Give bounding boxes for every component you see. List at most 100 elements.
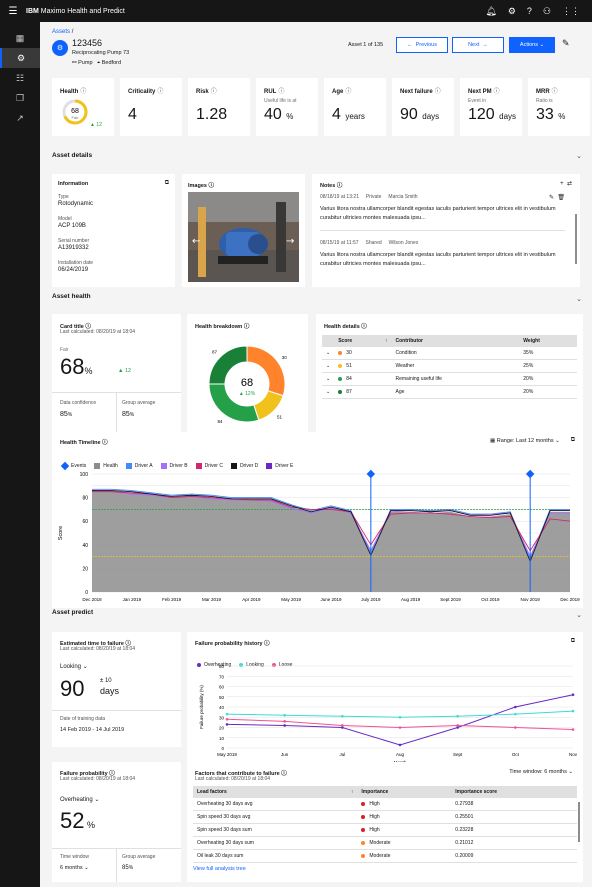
kpi-risk[interactable]: Risk ⓘ 1.28	[188, 78, 250, 136]
ettf-card: Estimated time to failure ⓘ Last calcula…	[52, 632, 181, 747]
help-icon[interactable]: ?	[527, 6, 532, 17]
kpi-next-pm[interactable]: Next PM ⓘ Event in 120 days	[460, 78, 522, 136]
health-details-row[interactable]: ⌄ 87 Age 20%	[322, 385, 577, 399]
settings-icon[interactable]: ☷	[0, 68, 40, 88]
y-tick-label: 60	[219, 685, 225, 690]
failure-probability-chart[interactable]: 0 10 20 30 40 50 60 70 80 Failure probability (%)…	[187, 662, 583, 770]
info-icon: ⓘ	[80, 89, 87, 95]
asset-details-chevron-icon[interactable]: ⌄	[576, 152, 582, 160]
event-marker[interactable]	[366, 469, 376, 479]
expand-row-icon[interactable]: ⌄	[322, 372, 335, 386]
kpi-mrr[interactable]: MRR ⓘ Ratio is 33 %	[528, 78, 590, 136]
user-icon[interactable]: ⚇	[543, 6, 551, 17]
fp-mode-dropdown[interactable]: Overheating ⌄	[60, 796, 99, 803]
notes-scrollbar[interactable]	[575, 214, 577, 264]
x-tick-label: Sept 2019	[440, 597, 461, 602]
menu-icon[interactable]: ☰	[0, 6, 26, 17]
ettf-plusminus: ± 10	[100, 678, 112, 684]
series-point	[456, 724, 459, 727]
score-cell: 51	[334, 359, 392, 373]
assets-icon[interactable]: ⚙	[0, 48, 40, 68]
chevron-down-icon: ⌄	[555, 438, 560, 444]
calendar-icon: ▦	[490, 438, 496, 444]
col-lead-factors[interactable]: Lead factors ↑	[193, 786, 358, 798]
actions-button[interactable]: Actions ⌄	[509, 37, 555, 53]
weight-cell: 25%	[519, 359, 577, 373]
edit-icon[interactable]: ✎	[549, 195, 554, 201]
failure-factors-card: Factors that contribute to failure ⓘ Las…	[187, 762, 583, 882]
expand-row-icon[interactable]: ⌄	[322, 347, 335, 360]
previous-button[interactable]: ← Previous	[396, 37, 448, 53]
dashboard-icon[interactable]: ▦	[0, 28, 40, 48]
factor-row[interactable]: Overheating 30 days avg High 0.27938	[193, 798, 577, 811]
kpi-age[interactable]: Age ⓘ 4 years	[324, 78, 386, 136]
health-score: 68	[71, 108, 79, 115]
health-details-table: Score ↑ Contributor Weight ⌄ 30 Condition 3…	[322, 335, 577, 399]
factor-row[interactable]: Spin speed 30 days avg High 0.25501	[193, 810, 577, 824]
sort-icon: ↑	[385, 338, 388, 344]
expand-icon[interactable]: ⧉	[571, 437, 575, 444]
range-dropdown[interactable]: ▦ Range: Last 12 months ⌄	[490, 438, 560, 444]
col-score[interactable]: Score ↑	[334, 335, 392, 347]
fph-title: Failure probability history ⓘ	[195, 641, 270, 647]
health-ring: 68Fair	[62, 99, 88, 125]
health-timeline-chart[interactable]: 0 20 40 60 80 100 Score Dec 2018 Jan 2019 Feb 201…	[52, 468, 583, 608]
product-name[interactable]: IBM Maximo Health and Predict	[26, 8, 125, 15]
health-details-row[interactable]: ⌄ 30 Condition 35%	[322, 347, 577, 360]
ettf-mode-dropdown[interactable]: Looking ⌄	[60, 663, 88, 670]
filter-icon[interactable]: ⇄	[567, 181, 572, 187]
importance-dot	[361, 853, 366, 858]
series-point	[341, 714, 344, 718]
score-cell: 87	[334, 385, 392, 399]
importance-dot	[361, 801, 366, 806]
factor-row[interactable]: Spin speed 30 days sum High 0.23228	[193, 823, 577, 837]
asset-health-chevron-icon[interactable]: ⌄	[576, 295, 582, 303]
kpi-next-failure[interactable]: Next failure ⓘ 90 days	[392, 78, 454, 136]
delete-icon[interactable]: 🗑︎	[557, 195, 565, 201]
factor-row[interactable]: Overheating 30 days sum Moderate 0.21012	[193, 836, 577, 850]
kpi-sub: Useful life is at	[264, 98, 297, 104]
edit-icon[interactable]: ✎	[562, 38, 570, 49]
factors-time-window-dropdown[interactable]: Time window: 6 months ⌄	[509, 769, 573, 775]
images-title: Images ⓘ	[188, 183, 215, 189]
breadcrumb-assets[interactable]: Assets	[52, 29, 70, 35]
pump-photo[interactable]: ← →	[188, 192, 299, 282]
donut-label: 30	[282, 355, 288, 360]
kpi-label: Next PM ⓘ	[468, 89, 500, 95]
y-tick-label: 30	[219, 715, 225, 720]
expand-icon[interactable]: ⧉	[571, 638, 575, 645]
factor-row[interactable]: Oil leak 30 days sum Moderate 0.20009	[193, 849, 577, 863]
analytics-icon[interactable]: ↗	[0, 108, 40, 128]
col-importance-score: Importance score	[451, 786, 577, 798]
score-cell: 84	[334, 372, 392, 386]
factors-scrollbar[interactable]	[578, 802, 580, 842]
expand-row-icon[interactable]: ⌄	[322, 359, 335, 373]
add-icon[interactable]: +	[560, 181, 564, 187]
notification-icon[interactable]: 🔔︎	[485, 6, 496, 17]
fp-value: 52 %	[60, 808, 96, 833]
ettf-value: 90	[60, 676, 85, 701]
copy-icon[interactable]: ⧉	[165, 180, 169, 187]
health-breakdown-donut[interactable]: 30 51 84 87 68 ▲ 12%	[187, 332, 308, 442]
contributor-cell: Remaining useful life	[391, 372, 520, 386]
fp-group-average-label: Group average	[122, 854, 156, 860]
health-details-row[interactable]: ⌄ 84 Remaining useful life 20%	[322, 372, 577, 386]
gear-icon[interactable]: ⚙︎	[508, 6, 516, 17]
view-analysis-tree-link[interactable]: View full analysis tree	[193, 866, 577, 872]
app-switcher-icon[interactable]: ⋮⋮	[562, 6, 580, 17]
kpi-criticality[interactable]: Criticality ⓘ 4	[120, 78, 182, 136]
event-marker[interactable]	[525, 469, 535, 479]
kpi-rul[interactable]: RUL ⓘ Useful life is at 40 %	[256, 78, 318, 136]
time-window-label: Time window	[60, 854, 89, 860]
reports-icon[interactable]: ❐	[0, 88, 40, 108]
asset-predict-chevron-icon[interactable]: ⌄	[576, 611, 582, 619]
next-button[interactable]: Next →	[452, 37, 504, 53]
x-tick-label: Jun	[281, 752, 289, 757]
carousel-prev-icon: ←	[192, 236, 200, 247]
health-details-row[interactable]: ⌄ 51 Weather 25%	[322, 359, 577, 373]
kpi-health[interactable]: Health ⓘ 68 Fair ▲ 12	[52, 78, 114, 136]
time-window-dropdown[interactable]: 6 months ⌄	[60, 865, 89, 871]
kpi-label: Criticality ⓘ	[128, 89, 164, 95]
col-importance: Importance	[357, 786, 452, 798]
expand-row-icon[interactable]: ⌄	[322, 385, 335, 399]
